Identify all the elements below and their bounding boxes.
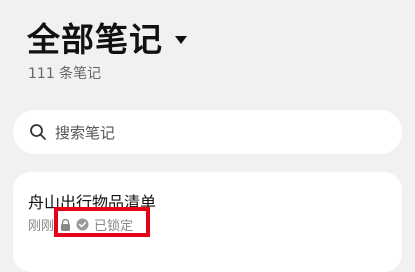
check-circle-icon [76,218,89,231]
note-count: 111 条笔记 [28,66,102,82]
search-input[interactable]: 搜索笔记 [13,110,402,154]
lock-icon [60,218,71,231]
lock-status-label: 已锁定 [94,219,134,234]
note-meta: 刚刚 已锁定 [28,215,133,234]
note-title: 舟山出行物品清单 [28,193,157,212]
note-time: 刚刚 [28,219,55,234]
search-placeholder: 搜索笔记 [55,123,116,142]
header: 全部笔记 [27,18,187,62]
caret-down-icon[interactable] [175,36,187,44]
search-icon [29,123,47,141]
note-card[interactable]: 舟山出行物品清单 刚刚 已锁定 [13,172,402,272]
page-title[interactable]: 全部笔记 [27,18,163,62]
